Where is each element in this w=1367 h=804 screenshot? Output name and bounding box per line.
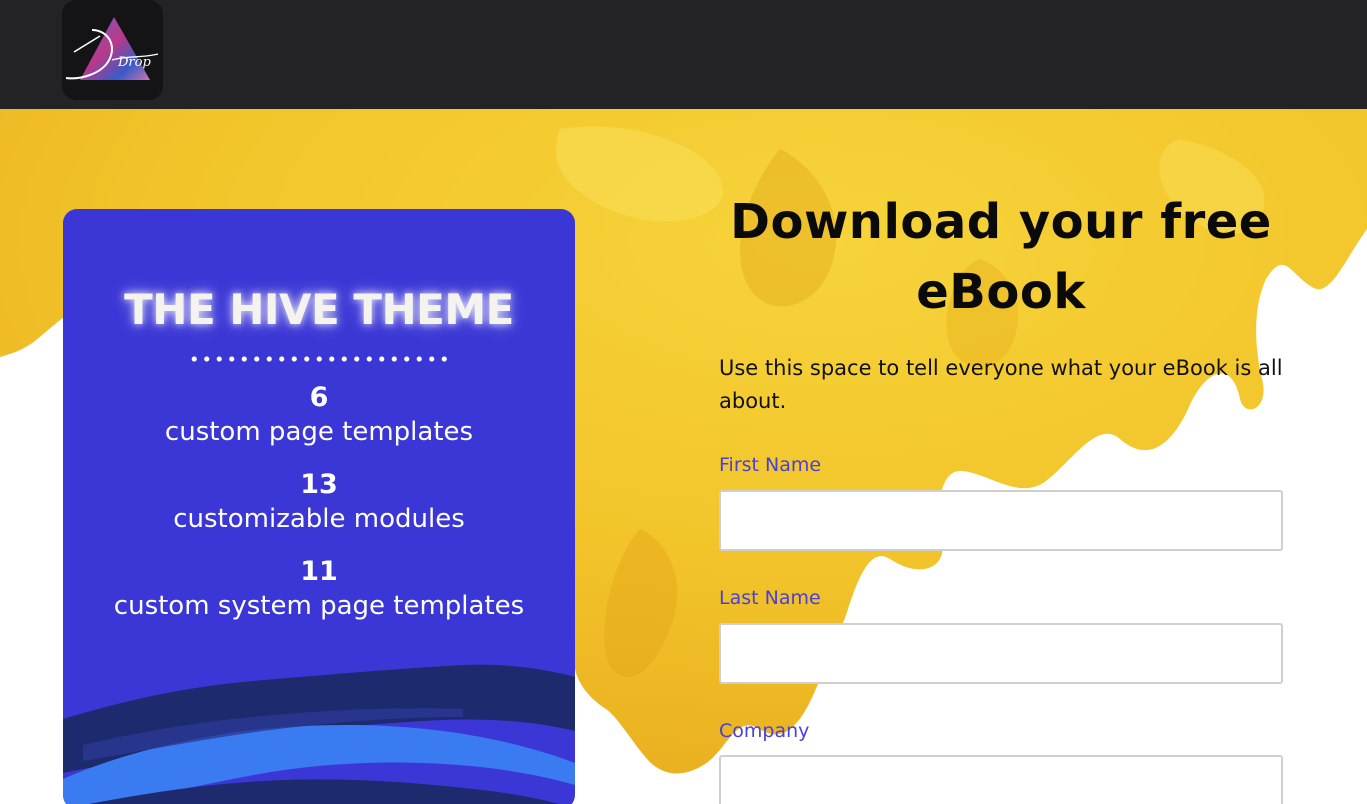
card-title: THE HIVE THEME [124,285,514,334]
stat-number: 11 [300,556,338,587]
stat-label: custom page templates [164,417,474,447]
first-name-label: First Name [719,454,822,476]
page-headline: Download your free eBook [730,194,1272,320]
ebook-promo-card: THE HIVE THEME 6 custom page templates 1… [63,209,575,804]
drop-logo-icon: Drop [65,17,159,80]
first-name-input[interactable] [719,490,1283,551]
stat-modules: 13 customizable modules [63,468,575,536]
site-header: Drop [0,0,1367,109]
company-input[interactable] [719,755,1283,804]
logo-text: Drop [117,55,151,70]
stat-label: customizable modules [173,504,465,534]
stat-number: 13 [300,469,338,500]
stat-system-templates: 11 custom system page templates [63,555,575,623]
last-name-label: Last Name [719,587,821,609]
company-label: Company [719,720,810,742]
hero-section: THE HIVE THEME 6 custom page templates 1… [0,109,1367,804]
dotted-divider [188,355,450,363]
stat-number: 6 [309,382,329,413]
intro-text: Use this space to tell everyone what you… [719,356,1283,413]
stat-page-templates: 6 custom page templates [63,381,575,449]
last-name-input[interactable] [719,623,1283,684]
brush-wave-decoration [63,664,575,804]
site-logo[interactable]: Drop [62,0,163,100]
stat-label: custom system page templates [113,591,525,621]
